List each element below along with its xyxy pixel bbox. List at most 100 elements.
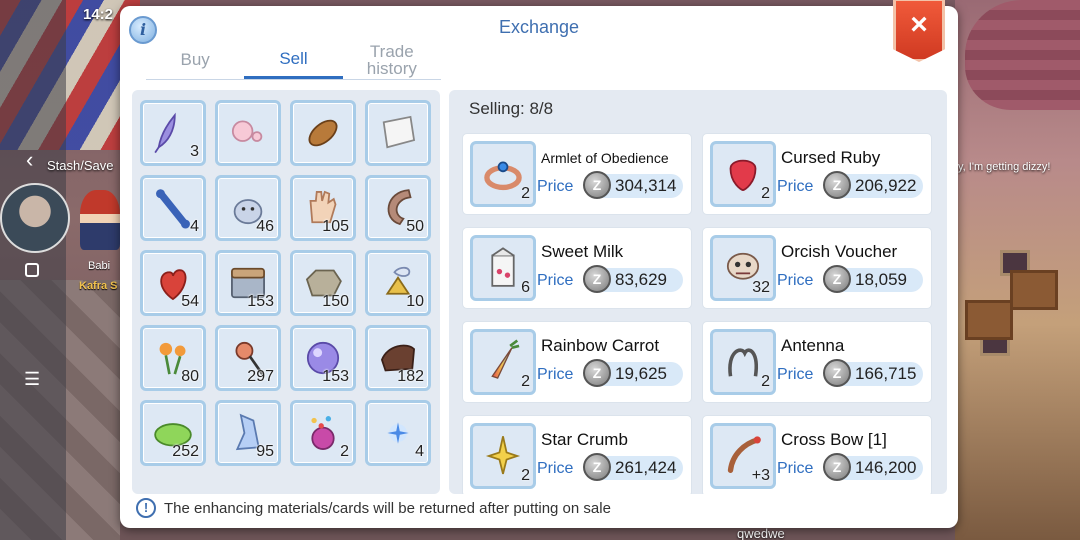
inventory-slot[interactable]: 3 (140, 100, 206, 166)
listing-icon-box: 2 (710, 141, 776, 207)
inventory-slot[interactable]: 153 (290, 325, 356, 391)
player-avatar[interactable] (0, 183, 70, 253)
listing-card[interactable]: 2 Cursed Ruby Price Z 206,922 (702, 133, 932, 215)
listing-count: 2 (761, 185, 770, 202)
inventory-slot[interactable]: 4 (365, 400, 431, 466)
item-count: 105 (322, 218, 349, 235)
listing-price: 261,424 (615, 458, 677, 477)
inventory-slot[interactable] (290, 100, 356, 166)
item-count: 153 (247, 293, 274, 310)
price-label: Price (537, 366, 574, 383)
tab-buy[interactable]: Buy (146, 40, 244, 79)
item-count: 252 (172, 443, 199, 460)
exclamation-icon: ! (136, 498, 156, 518)
kafra-npc[interactable] (80, 190, 120, 250)
listing-card[interactable]: +3 Cross Bow [1] Price Z 146,200 (702, 415, 932, 494)
tab-sell[interactable]: Sell (244, 40, 343, 79)
listing-card[interactable]: 2 Armlet of Obedience Price Z 304,314 (462, 133, 692, 215)
price-label: Price (537, 460, 574, 477)
listing-price: 18,059 (855, 270, 907, 289)
inventory-slot[interactable]: 252 (140, 400, 206, 466)
listing-count: 2 (761, 373, 770, 390)
window-square-icon[interactable] (25, 263, 39, 277)
dialog-title: Exchange (498, 17, 580, 37)
tab-bar: Buy Sell Trade history (146, 40, 441, 80)
item-count: 50 (406, 218, 424, 235)
inventory-slot[interactable]: 297 (215, 325, 281, 391)
tower-roof (965, 0, 1080, 110)
close-icon: × (910, 8, 928, 41)
listing-price: 83,629 (615, 270, 667, 289)
back-arrow-icon[interactable]: ‹ (26, 147, 33, 173)
listing-price: 166,715 (855, 364, 917, 383)
status-clock: 14:2 (83, 6, 114, 23)
listing-icon-box: 2 (470, 423, 536, 489)
listing-count: 2 (521, 373, 530, 390)
inventory-slot[interactable]: 80 (140, 325, 206, 391)
inventory-slot[interactable]: 54 (140, 250, 206, 316)
chat-bubble: y, I'm getting dizzy! (958, 161, 1051, 173)
stash-label[interactable]: Stash/Save (47, 158, 114, 173)
listing-name: Star Crumb (541, 430, 628, 449)
item-count: 3 (190, 143, 199, 160)
inventory-slot[interactable]: 2 (290, 400, 356, 466)
listing-count: 2 (521, 185, 530, 202)
listing-card[interactable]: 2 Antenna Price Z 166,715 (702, 321, 932, 403)
item-count: 95 (256, 443, 274, 460)
crate (1010, 270, 1058, 310)
listing-count: 2 (521, 467, 530, 484)
inventory-slot[interactable]: 105 (290, 175, 356, 241)
footer-notice: ! The enhancing materials/cards will be … (136, 498, 611, 518)
inventory-slot[interactable]: 182 (365, 325, 431, 391)
inventory-slot[interactable]: 10 (365, 250, 431, 316)
inventory-slot[interactable] (215, 100, 281, 166)
listing-name: Cross Bow [1] (781, 430, 887, 449)
zeny-coin-icon: Z (583, 171, 611, 199)
inventory-slot[interactable]: 153 (215, 250, 281, 316)
item-count: 80 (181, 368, 199, 385)
listing-price: 304,314 (615, 176, 677, 195)
item-count: 150 (322, 293, 349, 310)
listing-grid: 2 Armlet of Obedience Price Z 304,314 2 Cursed… (462, 133, 932, 494)
listing-name: Sweet Milk (541, 242, 624, 261)
price-label: Price (537, 178, 574, 195)
listing-icon-box: 2 (710, 329, 776, 395)
footer-text: The enhancing materials/cards will be re… (164, 499, 611, 517)
inventory-slot[interactable]: 95 (215, 400, 281, 466)
listing-count: 6 (521, 279, 530, 296)
listing-name: Orcish Voucher (781, 242, 898, 261)
listing-icon-box: +3 (710, 423, 776, 489)
listing-card[interactable]: 2 Star Crumb Price Z 261,424 (462, 415, 692, 494)
selling-count: Selling: 8/8 (469, 99, 554, 118)
item-count: 4 (190, 218, 199, 235)
zeny-coin-icon: Z (823, 359, 851, 387)
inventory-grid: 3 4 46 105 50 54 153 150 10 80 297 153 182 252 95 2 4 (140, 100, 431, 466)
tab-trade-history[interactable]: Trade history (343, 40, 441, 79)
menu-icon[interactable]: ☰ (24, 369, 40, 390)
inventory-slot[interactable]: 150 (290, 250, 356, 316)
price-label: Price (537, 272, 574, 289)
listing-price: 146,200 (855, 458, 917, 477)
inventory-slot[interactable] (365, 100, 431, 166)
inventory-slot[interactable]: 4 (140, 175, 206, 241)
close-button[interactable]: × (893, 0, 945, 62)
inventory-slot[interactable]: 50 (365, 175, 431, 241)
listing-card[interactable]: 32 Orcish Voucher Price Z 18,059 (702, 227, 932, 309)
exchange-dialog: i Exchange × Buy Sell Trade history 3 4 46… (120, 0, 958, 528)
npc-guild: Kafra S (79, 280, 118, 292)
listing-card[interactable]: 2 Rainbow Carrot Price Z 19,625 (462, 321, 692, 403)
item-count: 2 (340, 443, 349, 460)
price-label: Price (777, 272, 814, 289)
listing-name: Antenna (781, 336, 845, 355)
listing-card[interactable]: 6 Sweet Milk Price Z 83,629 (462, 227, 692, 309)
listing-name: Rainbow Carrot (541, 336, 660, 355)
listing-icon-box: 6 (470, 235, 536, 301)
listing-count: 32 (752, 279, 770, 296)
listing-name: Cursed Ruby (781, 148, 881, 167)
listing-icon-box: 2 (470, 141, 536, 207)
player-name: qwedwe (737, 526, 785, 540)
inventory-slot[interactable]: 46 (215, 175, 281, 241)
listing-price: 19,625 (615, 364, 667, 383)
item-count: 153 (322, 368, 349, 385)
zeny-coin-icon: Z (583, 453, 611, 481)
